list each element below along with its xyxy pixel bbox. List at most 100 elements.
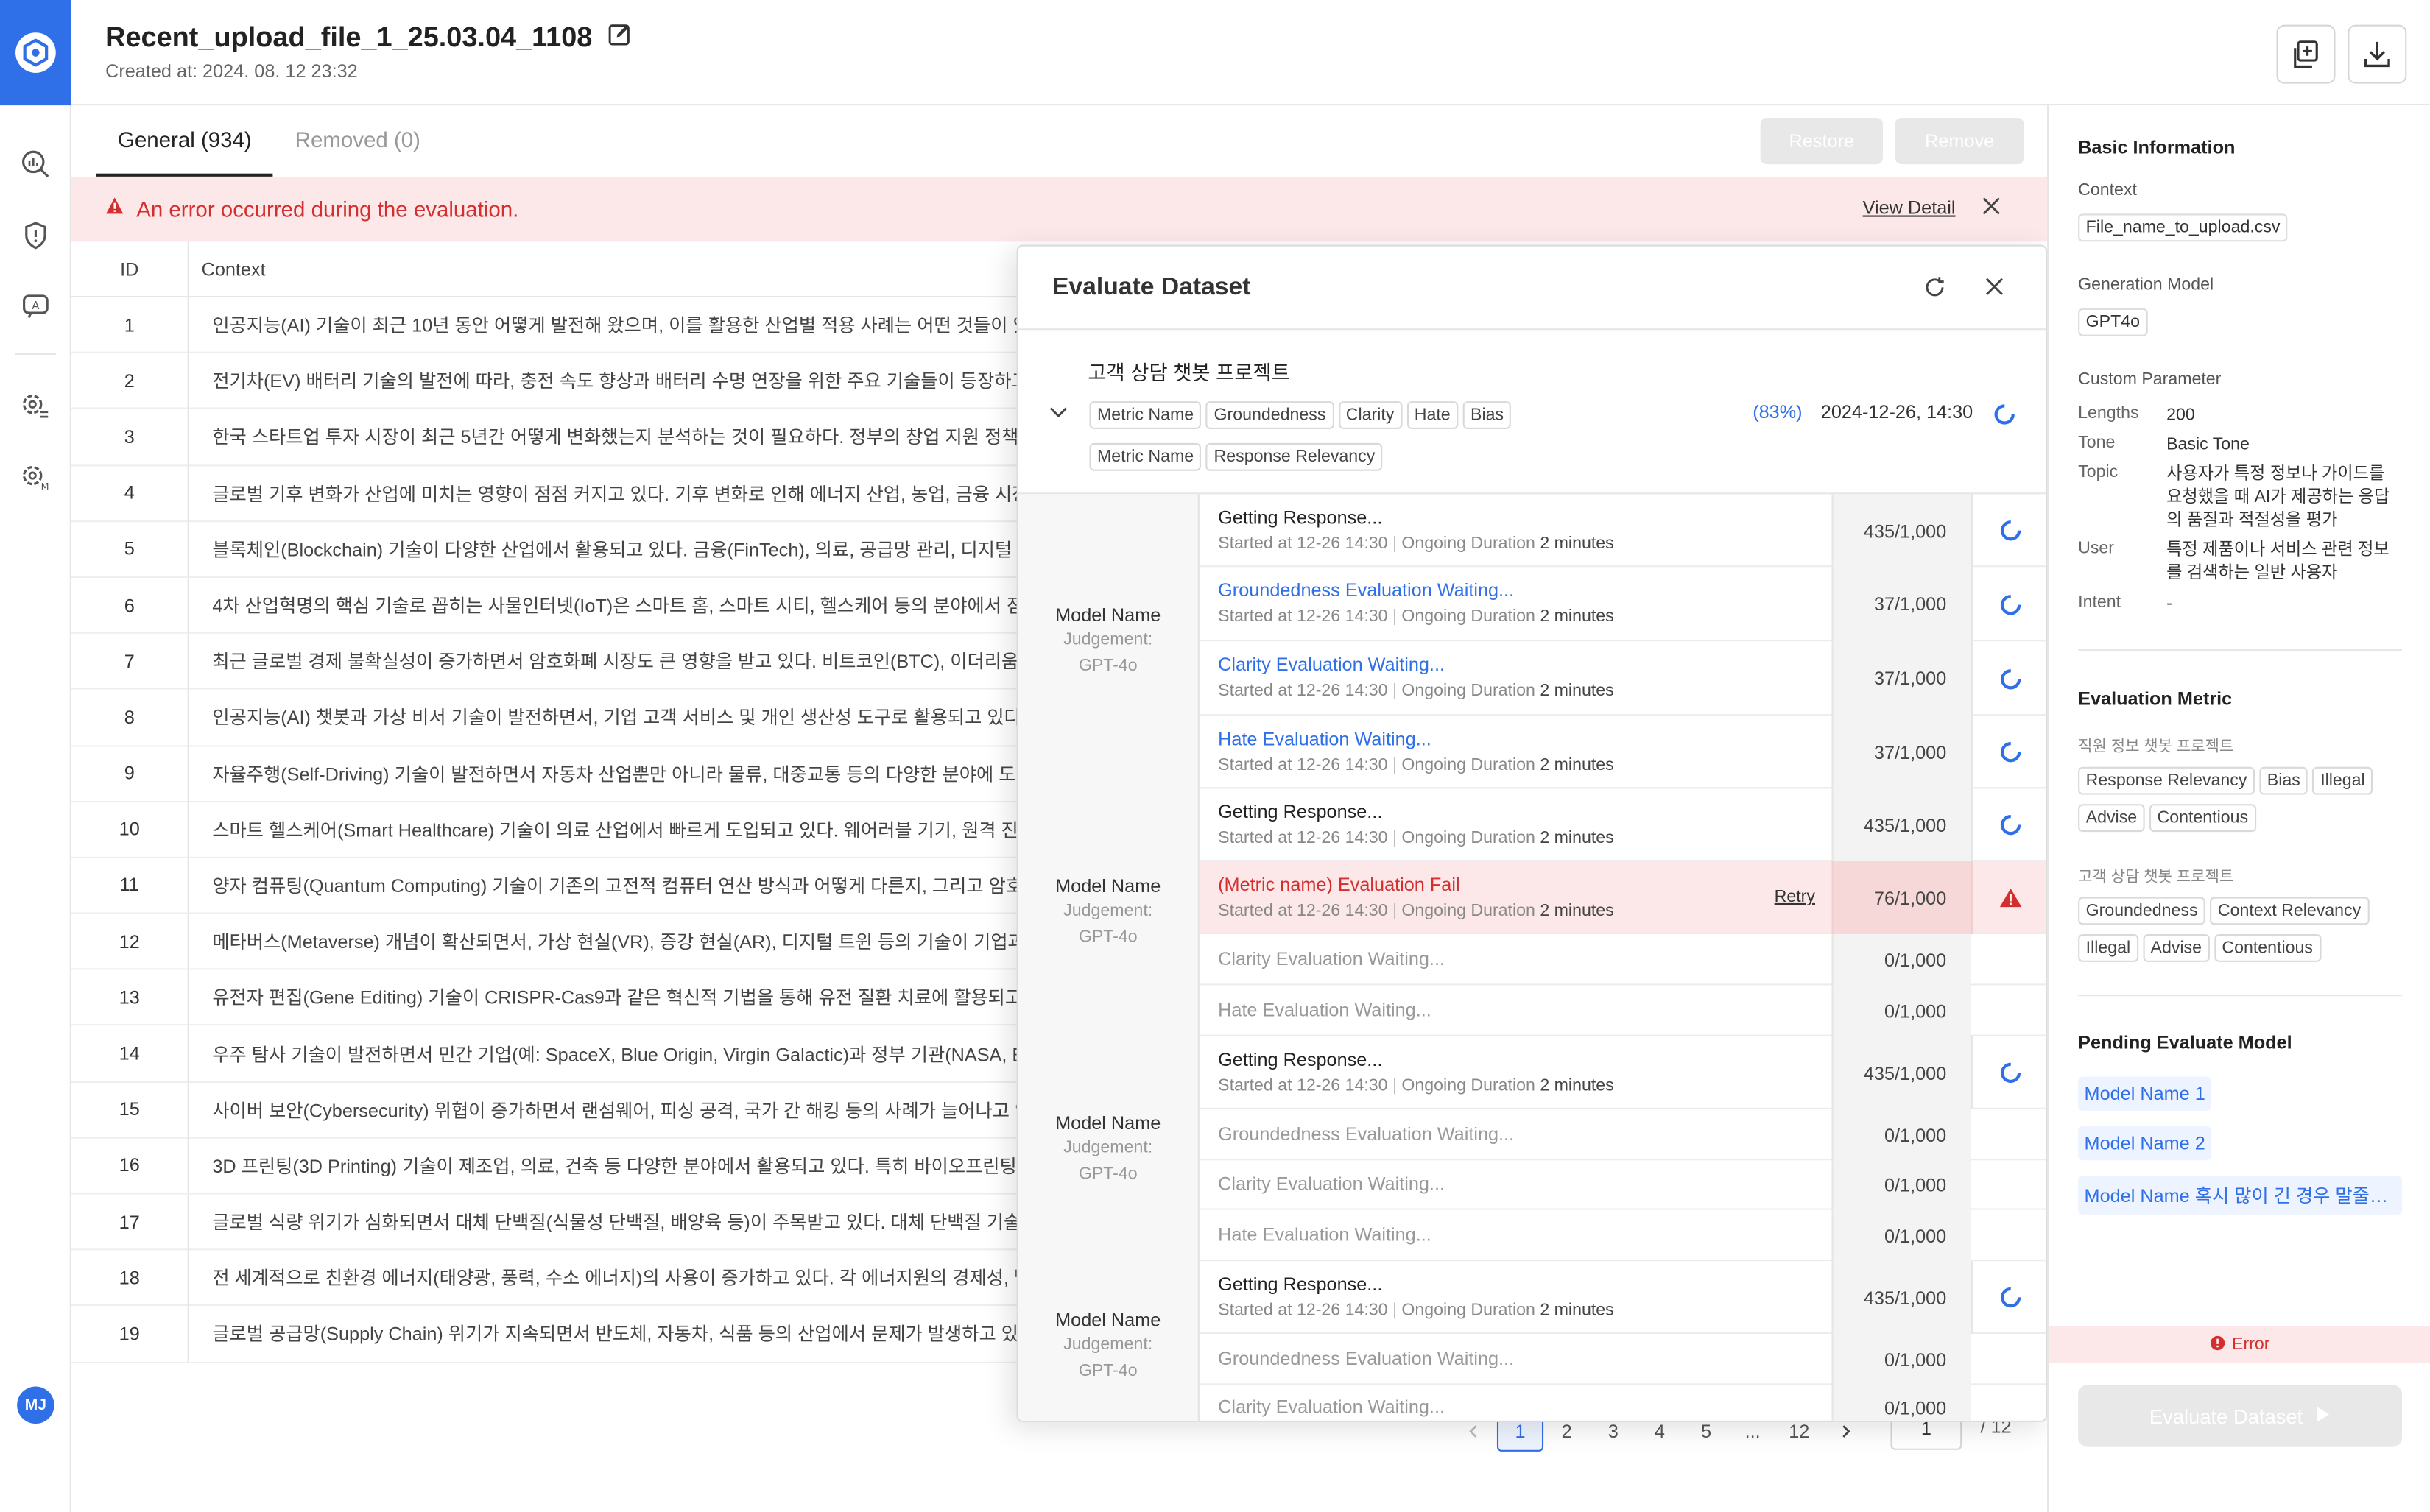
ai-agent-icon[interactable]: A bbox=[18, 288, 52, 322]
started-at: Started at 12-26 14:30 bbox=[1218, 901, 1388, 921]
metric-tag: Groundedness bbox=[1206, 401, 1334, 429]
metric-tag: Bias bbox=[2259, 766, 2308, 795]
restore-button[interactable]: Restore bbox=[1760, 117, 1883, 165]
step-meta: Started at 12-26 14:30 | Ongoing Duratio… bbox=[1218, 534, 1614, 553]
generation-model-value: GPT4o bbox=[2078, 308, 2148, 336]
model-label: Model Name Judgement: GPT-4o bbox=[1018, 788, 1200, 1036]
analytics-search-icon[interactable] bbox=[18, 147, 52, 181]
user-avatar[interactable]: MJ bbox=[17, 1386, 54, 1424]
metric-tag: Advise bbox=[2142, 934, 2210, 962]
row-context: 블록체인(Blockchain) 기술이 다양한 산업에서 활용되고 있다. 금… bbox=[212, 539, 1071, 561]
chevron-down-icon[interactable] bbox=[1048, 401, 1069, 431]
evaluation-step: Getting Response... Started at 12-26 14:3… bbox=[1199, 1261, 2046, 1334]
evaluation-step: Groundedness Evaluation Waiting... 0/1,00… bbox=[1199, 1109, 2046, 1161]
warning-icon bbox=[105, 195, 124, 223]
tab-bar: General (934) Removed (0) bbox=[96, 105, 442, 177]
pending-model-chip[interactable]: Model Name 혹시 많이 긴 경우 말줄임... bbox=[2078, 1176, 2402, 1215]
started-at: Started at 12-26 14:30 bbox=[1218, 681, 1388, 701]
pending-model-chip[interactable]: Model Name 1 bbox=[2078, 1076, 2212, 1111]
judgement-label: Judgement: bbox=[1063, 630, 1153, 649]
model-evaluation-group: Model Name Judgement: GPT-4o Getting Respon… bbox=[1018, 1036, 2046, 1262]
evaluation-step: Groundedness Evaluation Waiting... Starte… bbox=[1199, 567, 2046, 642]
retry-link[interactable]: Retry bbox=[1775, 888, 1815, 906]
download-icon bbox=[2364, 41, 2390, 68]
evaluation-step: Clarity Evaluation Waiting... 0/1,000 bbox=[1200, 1385, 2046, 1421]
step-name: Hate Evaluation Waiting... bbox=[1218, 1223, 1431, 1245]
row-id: 11 bbox=[71, 857, 189, 914]
step-meta: Started at 12-26 14:30 | Ongoing Duratio… bbox=[1218, 1077, 1614, 1095]
generation-model-label: Generation Model bbox=[2078, 275, 2214, 294]
evaluation-step: Hate Evaluation Waiting... 0/1,000 bbox=[1199, 985, 2046, 1036]
started-at: Started at 12-26 14:30 bbox=[1218, 607, 1388, 626]
step-meta: Started at 12-26 14:30 | Ongoing Duratio… bbox=[1218, 682, 1614, 700]
metric-tag: Response Relevancy bbox=[1206, 442, 1383, 471]
row-context: 글로벌 기후 변화가 산업에 미치는 영향이 점점 커지고 있다. 기후 변화로… bbox=[212, 482, 1091, 505]
loading-spinner-icon bbox=[1990, 400, 2019, 429]
modal-close-icon[interactable] bbox=[1984, 276, 2005, 305]
tab-removed[interactable]: Removed (0) bbox=[273, 105, 442, 177]
step-count: 0/1,000 bbox=[1831, 1385, 1971, 1421]
param-key: Tone bbox=[2078, 434, 2116, 453]
edit-title-icon[interactable] bbox=[608, 21, 633, 54]
settings-model-icon[interactable]: M bbox=[18, 460, 52, 494]
pending-model-chip[interactable]: Model Name 2 bbox=[2078, 1126, 2212, 1161]
metric-tag: Response Relevancy bbox=[2078, 766, 2255, 795]
error-icon bbox=[2211, 1335, 2226, 1354]
loading-spinner-icon bbox=[1971, 1261, 2046, 1334]
param-key: Lengths bbox=[2078, 404, 2139, 423]
project-name: 고객 상담 챗봇 프로젝트 bbox=[1088, 361, 1290, 384]
view-detail-link[interactable]: View Detail bbox=[1863, 197, 1956, 218]
row-context: 글로벌 식량 위기가 심화되면서 대체 단백질(식물성 단백질, 배양육 등)이… bbox=[212, 1211, 1077, 1234]
param-value: 특정 제품이나 서비스 관련 정보를 검색하는 일반 사용자 bbox=[2166, 540, 2390, 583]
step-count: 0/1,000 bbox=[1831, 985, 1971, 1036]
step-name: (Metric name) Evaluation Fail bbox=[1218, 873, 1460, 896]
meta-separator: | bbox=[1392, 607, 1397, 626]
row-id: 13 bbox=[71, 969, 189, 1025]
settings-list-icon[interactable] bbox=[18, 389, 52, 423]
download-button[interactable] bbox=[2348, 24, 2407, 84]
metric-tag: Contentious bbox=[2214, 934, 2321, 962]
step-name: Clarity Evaluation Waiting... bbox=[1218, 654, 1445, 676]
step-meta: Started at 12-26 14:30 | Ongoing Duratio… bbox=[1218, 829, 1614, 847]
row-context: 우주 탐사 기술이 발전하면서 민간 기업(예: SpaceX, Blue Or… bbox=[212, 1043, 1087, 1065]
metric-tag: Illegal bbox=[2078, 934, 2138, 962]
evaluate-dataset-button[interactable]: Evaluate Dataset bbox=[2078, 1385, 2402, 1447]
meta-separator: | bbox=[1392, 1301, 1397, 1321]
step-count: 0/1,000 bbox=[1831, 934, 1971, 986]
svg-text:M: M bbox=[41, 481, 49, 492]
app-logo[interactable] bbox=[0, 0, 71, 106]
step-name: Clarity Evaluation Waiting... bbox=[1218, 1396, 1445, 1418]
row-context: 사이버 보안(Cybersecurity) 위협이 증가하면서 랜섬웨어, 피싱… bbox=[212, 1099, 1077, 1122]
step-name: Getting Response... bbox=[1218, 801, 1383, 823]
evaluation-step: Clarity Evaluation Waiting... 0/1,000 bbox=[1199, 1160, 2046, 1210]
app-root: A M MJ Recent_upload_file_1_25.03.04_110… bbox=[0, 0, 2430, 1512]
shield-alert-icon[interactable] bbox=[18, 219, 52, 252]
duration-value: 2 minutes bbox=[1540, 607, 1614, 626]
created-at: Created at: 2024. 08. 12 23:32 bbox=[105, 60, 358, 82]
close-icon[interactable] bbox=[1981, 195, 2002, 225]
rail-divider bbox=[15, 353, 56, 355]
model-name: Model Name bbox=[1055, 604, 1161, 626]
metric-tag: Clarity bbox=[1338, 401, 1402, 429]
project-summary: 고객 상담 챗봇 프로젝트 Metric Name Groundedness Cla… bbox=[1018, 330, 2046, 495]
metric-tag: Hate bbox=[1406, 401, 1459, 429]
row-id: 1 bbox=[71, 297, 189, 353]
row-id: 14 bbox=[71, 1025, 189, 1082]
param-value: - bbox=[2166, 595, 2172, 614]
copy-add-button[interactable] bbox=[2276, 24, 2336, 84]
model-label: Model Name Judgement: GPT-4o bbox=[1018, 1036, 1200, 1262]
row-context: 전 세계적으로 친환경 에너지(태양광, 풍력, 수소 에너지)의 사용이 증가… bbox=[212, 1268, 1088, 1290]
left-nav-rail: A M MJ bbox=[0, 0, 71, 1512]
metric-tag: Contentious bbox=[2149, 804, 2256, 833]
loading-spinner-icon bbox=[1971, 788, 2046, 862]
refresh-icon[interactable] bbox=[1923, 276, 1947, 307]
row-id: 15 bbox=[71, 1081, 189, 1138]
panel-divider bbox=[2078, 995, 2402, 997]
duration-value: 2 minutes bbox=[1540, 828, 1614, 848]
row-id: 3 bbox=[71, 409, 189, 465]
metric-tag: Illegal bbox=[2312, 766, 2373, 795]
remove-button[interactable]: Remove bbox=[1895, 117, 2024, 165]
tab-general[interactable]: General (934) bbox=[96, 105, 274, 177]
started-at: Started at 12-26 14:30 bbox=[1218, 1301, 1388, 1321]
step-count: 76/1,000 bbox=[1831, 861, 1971, 935]
